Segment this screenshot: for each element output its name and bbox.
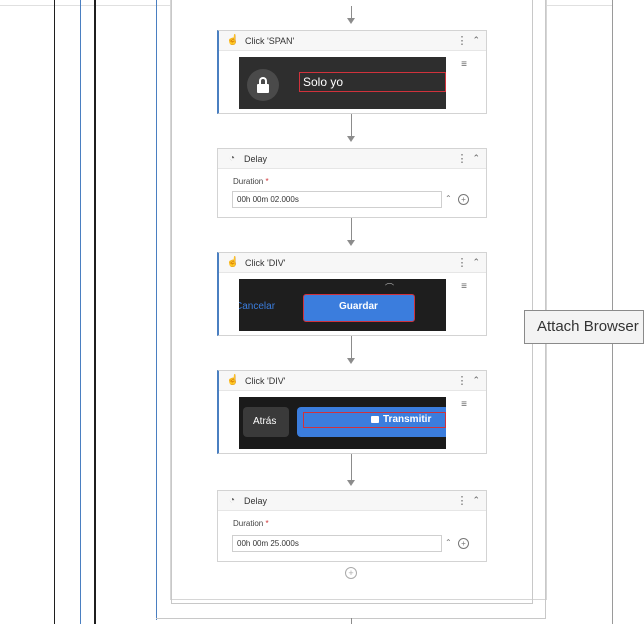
add-variable-icon[interactable]: + bbox=[458, 538, 469, 549]
connector-arrow-icon bbox=[347, 358, 355, 364]
back-text: Atrás bbox=[253, 416, 277, 427]
list-icon[interactable]: ≡ bbox=[457, 59, 471, 71]
step-title: Click 'DIV' bbox=[245, 375, 286, 386]
timer-icon: ◔ bbox=[228, 495, 236, 506]
click-icon: ☝ bbox=[226, 257, 240, 268]
lock-icon bbox=[247, 69, 279, 101]
save-text: Guardar bbox=[339, 301, 378, 312]
collapse-icon[interactable]: ⌃ bbox=[472, 257, 480, 268]
more-options-icon[interactable]: ⋮ bbox=[456, 494, 467, 507]
more-options-icon[interactable]: ⋮ bbox=[456, 34, 467, 47]
step-screenshot: Atrás Transmitir bbox=[239, 397, 446, 449]
add-step-icon[interactable]: + bbox=[345, 567, 357, 579]
screenshot-text: Solo yo bbox=[303, 75, 344, 89]
panel-divider-3 bbox=[94, 0, 96, 624]
duration-label: Duration * bbox=[233, 177, 269, 186]
timer-icon: ◔ bbox=[228, 153, 236, 164]
chevron-up-icon: ⌒ bbox=[385, 283, 395, 293]
cast-icon bbox=[371, 416, 379, 423]
flow-inner-left-edge bbox=[171, 0, 172, 604]
step-delay-2[interactable]: ◔ Delay ⋮ ⌃ Duration * 00h 00m 25.000s ⌃… bbox=[217, 490, 487, 562]
connector bbox=[351, 218, 352, 242]
step-delay-1[interactable]: ◔ Delay ⋮ ⌃ Duration * 00h 00m 02.000s ⌃… bbox=[217, 148, 487, 218]
step-click-div-1[interactable]: ☝ Click 'DIV' ⋮ ⌃ Cancelar Guardar ⌒ ≡ bbox=[217, 252, 487, 336]
collapse-icon[interactable]: ⌃ bbox=[472, 153, 480, 164]
collapse-icon[interactable]: ⌃ bbox=[472, 35, 480, 46]
step-title: Delay bbox=[244, 495, 268, 506]
duration-input[interactable]: 00h 00m 02.000s bbox=[232, 191, 442, 208]
more-options-icon[interactable]: ⋮ bbox=[456, 152, 467, 165]
connector-arrow-icon bbox=[347, 18, 355, 24]
outer-right-edge bbox=[545, 0, 546, 618]
connector-arrow-icon bbox=[347, 480, 355, 486]
connector-arrow-icon bbox=[347, 240, 355, 246]
step-header[interactable]: ☝ Click 'DIV' ⋮ ⌃ bbox=[219, 253, 486, 273]
step-title: Delay bbox=[244, 153, 268, 164]
step-header[interactable]: ◔ Delay ⋮ ⌃ bbox=[218, 491, 486, 511]
flow-right-edge bbox=[532, 0, 533, 604]
step-title: Click 'SPAN' bbox=[245, 35, 295, 46]
cast-text: Transmitir bbox=[383, 414, 432, 425]
attach-browser-tooltip: Attach Browser bbox=[524, 310, 644, 344]
step-screenshot: Solo yo bbox=[239, 57, 446, 109]
step-header[interactable]: ◔ Delay ⋮ ⌃ bbox=[218, 149, 486, 169]
step-screenshot: Cancelar Guardar ⌒ bbox=[239, 279, 446, 331]
add-variable-icon[interactable]: + bbox=[458, 194, 469, 205]
duration-input[interactable]: 00h 00m 25.000s bbox=[232, 535, 442, 552]
more-options-icon[interactable]: ⋮ bbox=[456, 256, 467, 269]
flow-bottom-edge bbox=[171, 603, 533, 604]
connector bbox=[351, 114, 352, 138]
cancel-text: Cancelar bbox=[239, 301, 276, 312]
step-title: Click 'DIV' bbox=[245, 257, 286, 268]
stepper-icon[interactable]: ⌃ bbox=[445, 194, 452, 203]
click-icon: ☝ bbox=[226, 375, 240, 386]
step-header[interactable]: ☝ Click 'SPAN' ⋮ ⌃ bbox=[219, 31, 486, 51]
panel-divider-2 bbox=[80, 0, 81, 624]
list-icon[interactable]: ≡ bbox=[457, 399, 471, 411]
click-icon: ☝ bbox=[226, 35, 240, 46]
step-header[interactable]: ☝ Click 'DIV' ⋮ ⌃ bbox=[219, 371, 486, 391]
list-icon[interactable]: ≡ bbox=[457, 281, 471, 293]
connector bbox=[351, 618, 352, 624]
connector bbox=[351, 454, 352, 482]
collapse-icon[interactable]: ⌃ bbox=[472, 375, 480, 386]
connector bbox=[351, 336, 352, 360]
step-click-div-2[interactable]: ☝ Click 'DIV' ⋮ ⌃ Atrás Transmitir ≡ bbox=[217, 370, 487, 454]
duration-label: Duration * bbox=[233, 519, 269, 528]
collapse-icon[interactable]: ⌃ bbox=[472, 495, 480, 506]
connector-arrow-icon bbox=[347, 136, 355, 142]
stepper-icon[interactable]: ⌃ bbox=[445, 538, 452, 547]
more-options-icon[interactable]: ⋮ bbox=[456, 374, 467, 387]
panel-divider-1 bbox=[54, 0, 55, 624]
step-click-span[interactable]: ☝ Click 'SPAN' ⋮ ⌃ Solo yo ≡ bbox=[217, 30, 487, 114]
